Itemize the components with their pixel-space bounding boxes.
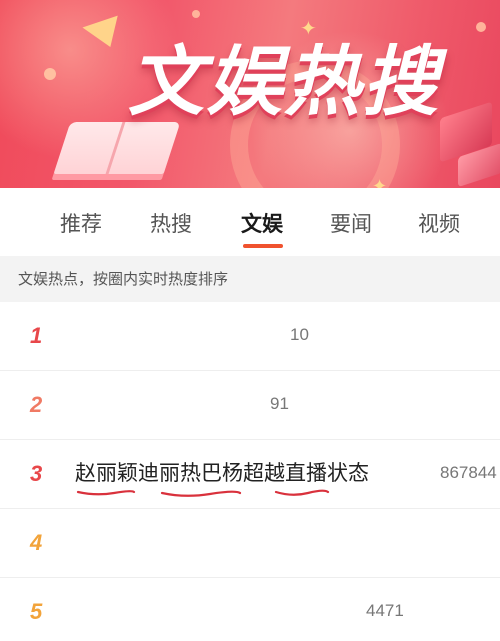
rank-number: 2 <box>30 392 43 417</box>
rank-number: 5 <box>30 599 43 624</box>
handwritten-underline <box>76 489 136 497</box>
list-item[interactable]: 3 赵丽颖迪丽热巴杨超越直播状态 867844 <box>0 440 500 509</box>
star-icon: ✦ <box>372 176 388 189</box>
tab-recommend[interactable]: 推荐 <box>60 208 102 240</box>
heat-value: 867844 <box>440 463 497 482</box>
ranking-description: 文娱热点，按圈内实时热度排序 <box>0 256 500 302</box>
rank-number: 1 <box>30 323 43 348</box>
banner-dot-decoration <box>476 22 486 32</box>
handwritten-underline <box>160 490 242 498</box>
tab-bar: 推荐 热搜 文娱 要闻 视频 <box>0 188 500 256</box>
active-tab-indicator <box>243 244 283 248</box>
heat-value: 4471 <box>366 601 404 620</box>
list-item[interactable]: 5 4471 <box>0 578 500 641</box>
item-title[interactable]: 赵丽颖迪丽热巴杨超越直播状态 <box>75 456 369 490</box>
banner-dot-decoration <box>44 68 56 80</box>
heat-value: 91 <box>270 394 289 413</box>
rank-number: 3 <box>30 461 43 486</box>
list-item[interactable]: 1 10 <box>0 302 500 371</box>
tab-news[interactable]: 要闻 <box>330 208 372 240</box>
list-item[interactable]: 2 91 <box>0 371 500 440</box>
banner-title: 文娱热搜 <box>128 37 440 126</box>
tab-hot-search[interactable]: 热搜 <box>150 208 192 240</box>
handwritten-underline <box>274 489 330 497</box>
heat-value: 10 <box>290 325 309 344</box>
list-item[interactable]: 4 <box>0 509 500 578</box>
header-banner: ✦ ✦ 文娱热搜 <box>0 0 500 188</box>
tab-entertainment[interactable]: 文娱 <box>241 208 283 240</box>
tab-video[interactable]: 视频 <box>418 208 460 240</box>
rank-number: 4 <box>30 530 43 555</box>
banner-dot-decoration <box>192 10 200 18</box>
